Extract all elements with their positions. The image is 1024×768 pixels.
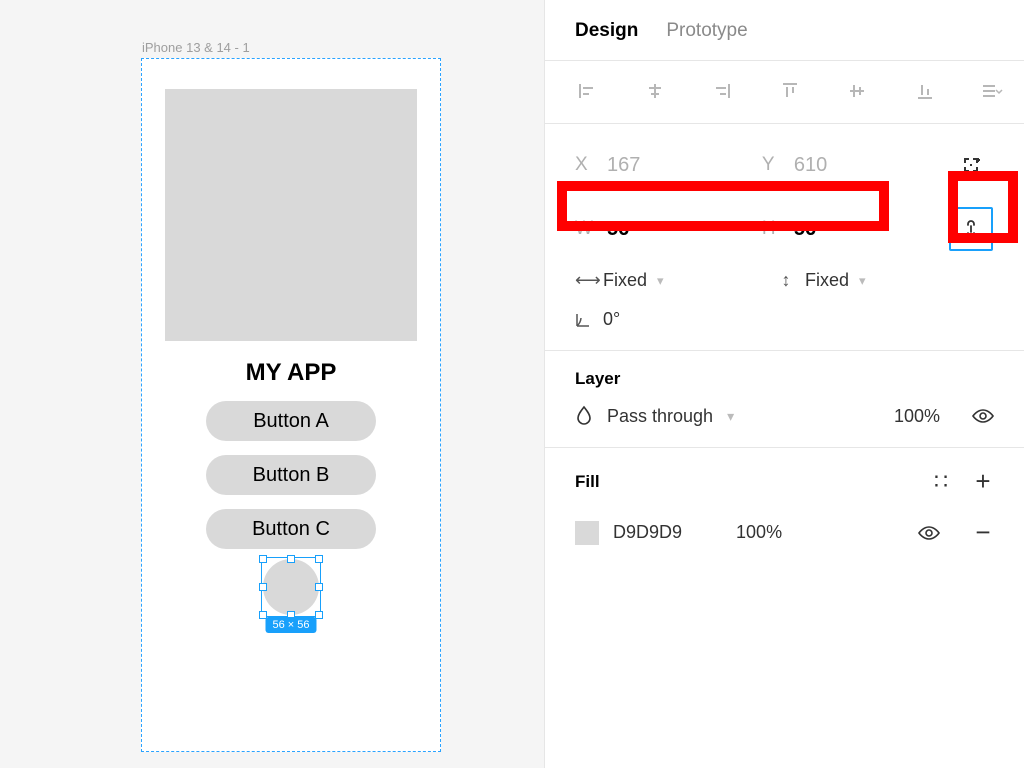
w-value: 56: [607, 218, 629, 241]
layer-section-title: Layer: [575, 369, 994, 389]
resize-handle-tl[interactable]: [259, 555, 267, 563]
selection-outline: [261, 557, 321, 617]
vertical-mode-value: Fixed: [805, 270, 849, 291]
tab-design[interactable]: Design: [575, 20, 638, 42]
y-value: 610: [794, 154, 827, 177]
canvas-area[interactable]: iPhone 13 & 14 - 1 MY APP Button A Butto…: [0, 0, 544, 768]
resize-handle-mt[interactable]: [287, 555, 295, 563]
align-hcenter-icon[interactable]: [643, 79, 667, 103]
chevron-down-icon[interactable]: ▾: [727, 408, 734, 425]
vertical-resize-mode[interactable]: ↕ Fixed ▾: [777, 270, 967, 291]
fill-section-title: Fill: [575, 472, 600, 492]
fill-opacity-value[interactable]: 100%: [736, 522, 782, 543]
resize-handle-tr[interactable]: [315, 555, 323, 563]
x-field[interactable]: X 167: [575, 154, 762, 177]
selected-ellipse[interactable]: 56 × 56: [263, 559, 319, 615]
align-bottom-icon[interactable]: [913, 79, 937, 103]
layer-opacity-value[interactable]: 100%: [894, 406, 940, 427]
align-top-icon[interactable]: [778, 79, 802, 103]
image-placeholder[interactable]: [165, 89, 417, 341]
h-label: H: [762, 218, 780, 240]
layer-section: Layer Pass through ▾ 100%: [545, 350, 1024, 447]
y-field[interactable]: Y 610: [762, 154, 949, 177]
rotation-value: 0°: [603, 309, 620, 330]
design-button-c[interactable]: Button C: [206, 509, 376, 549]
chevron-down-icon: ▾: [657, 273, 664, 289]
chevron-down-icon: ▾: [859, 273, 866, 289]
fill-color-swatch[interactable]: [575, 521, 599, 545]
fill-style-icon[interactable]: ∷: [934, 469, 950, 495]
horizontal-mode-value: Fixed: [603, 270, 647, 291]
resize-handle-ml[interactable]: [259, 583, 267, 591]
x-label: X: [575, 154, 593, 176]
frame-content: MY APP Button A Button B Button C 56 × 5…: [142, 59, 440, 751]
add-fill-icon[interactable]: +: [972, 466, 994, 497]
app-root: iPhone 13 & 14 - 1 MY APP Button A Butto…: [0, 0, 1024, 768]
transform-section: X 167 Y 610 W 56 H 56: [545, 123, 1024, 350]
fill-visibility-icon[interactable]: [918, 525, 940, 541]
blend-mode-value[interactable]: Pass through: [607, 406, 713, 427]
vertical-icon: ↕: [777, 270, 795, 291]
h-field[interactable]: H 56: [762, 218, 949, 241]
align-left-icon[interactable]: [575, 79, 599, 103]
frame-label[interactable]: iPhone 13 & 14 - 1: [142, 40, 250, 55]
app-title-text[interactable]: MY APP: [246, 359, 337, 387]
horizontal-icon: ⟷: [575, 270, 593, 291]
alignment-section: [545, 60, 1024, 123]
constrain-proportions-button[interactable]: [949, 206, 994, 252]
design-button-a[interactable]: Button A: [206, 401, 376, 441]
visibility-toggle-icon[interactable]: [972, 408, 994, 424]
fill-section: Fill ∷ + D9D9D9 100% −: [545, 447, 1024, 568]
align-right-icon[interactable]: [710, 79, 734, 103]
fill-hex-value[interactable]: D9D9D9: [613, 522, 682, 543]
resize-handle-mr[interactable]: [315, 583, 323, 591]
selection-size-badge: 56 × 56: [265, 617, 316, 633]
angle-icon: [575, 312, 593, 328]
button-b-label: Button B: [253, 464, 330, 487]
absolute-position-icon[interactable]: [949, 142, 994, 188]
h-value: 56: [794, 218, 816, 241]
button-c-label: Button C: [252, 518, 330, 541]
x-value: 167: [607, 154, 640, 177]
remove-fill-icon[interactable]: −: [972, 517, 994, 548]
w-field[interactable]: W 56: [575, 218, 762, 241]
y-label: Y: [762, 154, 780, 176]
align-more-icon[interactable]: [980, 79, 1004, 103]
tab-prototype[interactable]: Prototype: [666, 20, 747, 42]
button-a-label: Button A: [253, 410, 329, 433]
horizontal-resize-mode[interactable]: ⟷ Fixed ▾: [575, 270, 765, 291]
inspector-panel: Design Prototype X 167: [544, 0, 1024, 768]
rotation-field[interactable]: 0°: [575, 309, 765, 330]
panel-tabs: Design Prototype: [545, 0, 1024, 60]
blend-icon: [575, 405, 593, 427]
align-vcenter-icon[interactable]: [845, 79, 869, 103]
frame-iphone[interactable]: MY APP Button A Button B Button C 56 × 5…: [141, 58, 441, 752]
w-label: W: [575, 218, 593, 240]
design-button-b[interactable]: Button B: [206, 455, 376, 495]
